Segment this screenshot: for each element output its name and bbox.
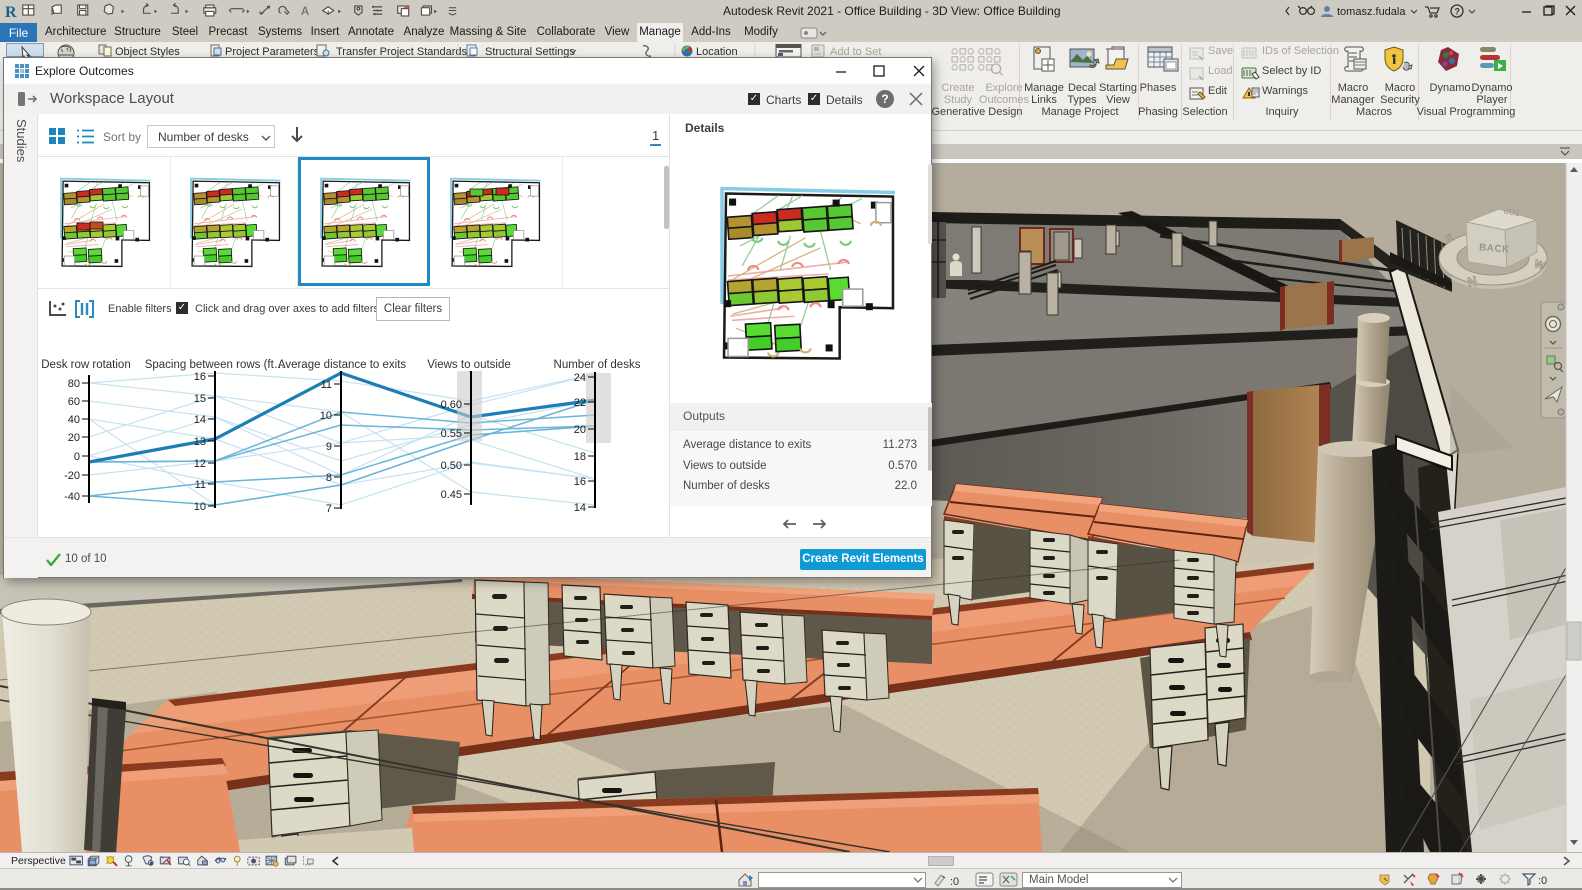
svg-text:14: 14 — [574, 502, 586, 514]
svg-text:20: 20 — [68, 432, 80, 444]
svg-text:80: 80 — [68, 378, 80, 390]
svg-text:14: 14 — [194, 414, 206, 426]
svg-text:22: 22 — [574, 397, 586, 409]
svg-text:Number of desks: Number of desks — [554, 359, 641, 371]
svg-text:Spacing between rows (ft…: Spacing between rows (ft… — [145, 359, 286, 371]
svg-text:9: 9 — [150, 861, 153, 867]
svg-text:Views to outside: Views to outside — [427, 359, 511, 371]
svg-text:-20: -20 — [64, 470, 80, 482]
svg-text:0.60: 0.60 — [441, 399, 462, 411]
svg-text:?: ? — [1455, 7, 1461, 17]
svg-text:24: 24 — [574, 372, 586, 384]
svg-text:15: 15 — [194, 393, 206, 405]
svg-text:20: 20 — [574, 424, 586, 436]
svg-text::0: :0 — [950, 876, 959, 887]
svg-text:8: 8 — [326, 472, 332, 484]
svg-text:tomasz.fudala: tomasz.fudala — [1337, 6, 1406, 18]
svg-text:0.55: 0.55 — [441, 428, 462, 440]
svg-text:12: 12 — [194, 458, 206, 470]
svg-text:0: 0 — [74, 451, 80, 463]
svg-text:BACK: BACK — [1479, 242, 1511, 255]
svg-text:10: 10 — [194, 501, 206, 513]
svg-text:10: 10 — [320, 410, 332, 422]
svg-text:11: 11 — [195, 479, 206, 491]
svg-text:Desk row rotation: Desk row rotation — [41, 359, 130, 371]
svg-text:11: 11 — [321, 379, 332, 391]
svg-text:0.45: 0.45 — [441, 489, 462, 501]
svg-text:18: 18 — [574, 451, 586, 463]
svg-text:-40: -40 — [64, 491, 80, 503]
svg-text::0: :0 — [1538, 875, 1547, 887]
svg-text:60: 60 — [68, 396, 80, 408]
svg-text:7: 7 — [326, 503, 332, 515]
svg-text:A: A — [301, 4, 310, 18]
svg-text:R: R — [5, 4, 17, 20]
svg-text:16: 16 — [574, 476, 586, 488]
svg-text:0.50: 0.50 — [441, 460, 462, 472]
svg-text:13: 13 — [194, 436, 206, 448]
svg-text:40: 40 — [68, 414, 80, 426]
svg-text:Average distance to exits: Average distance to exits — [278, 359, 407, 371]
svg-text:16: 16 — [194, 371, 206, 383]
svg-text:9: 9 — [326, 441, 332, 453]
